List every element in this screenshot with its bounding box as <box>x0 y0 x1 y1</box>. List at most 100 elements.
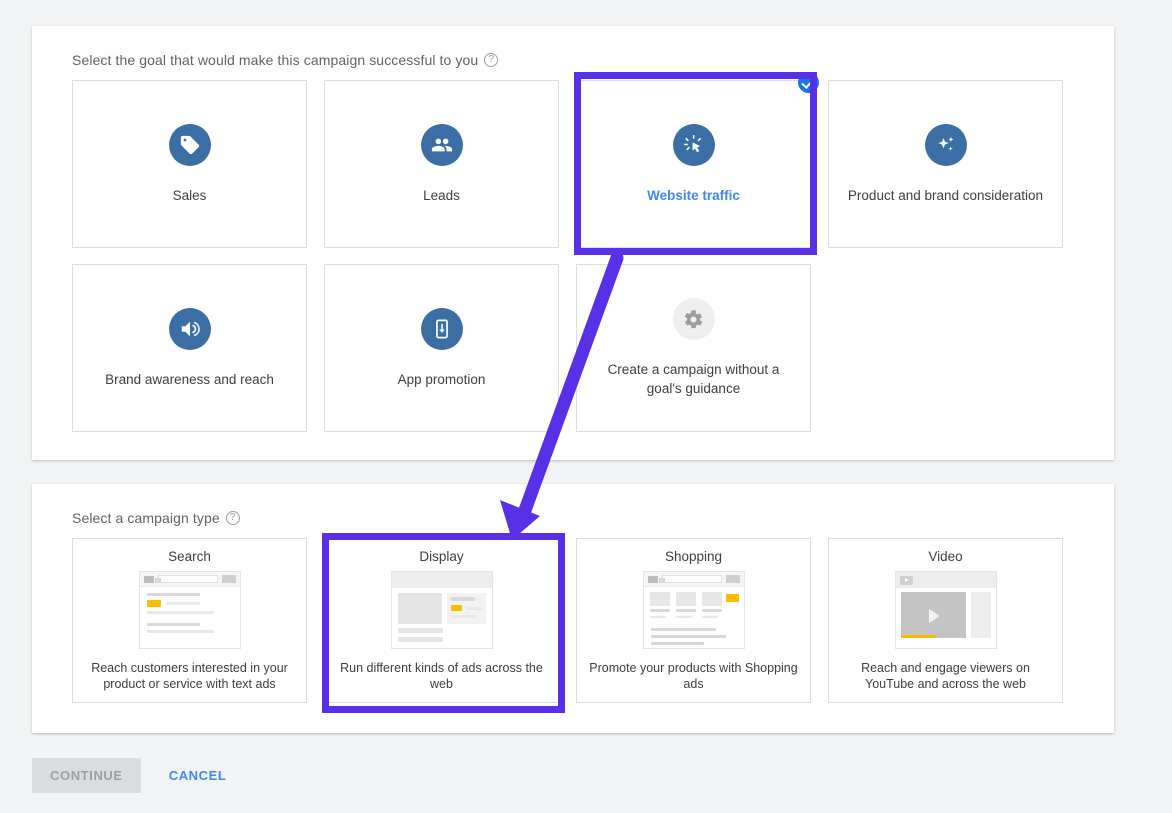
thumb-product-cell <box>702 592 722 622</box>
type-card-description: Promote your products with Shopping ads <box>585 660 802 692</box>
thumb-line <box>650 609 670 612</box>
thumb-text-block <box>392 624 492 642</box>
goal-card-label: Product and brand consideration <box>848 186 1043 205</box>
thumb-line <box>651 635 727 638</box>
goal-card-no-goal-guidance[interactable]: Create a campaign without a goal's guida… <box>576 264 811 432</box>
price-tag-icon <box>169 124 211 166</box>
type-card-description: Reach and engage viewers on YouTube and … <box>837 660 1054 692</box>
goal-section-title-text: Select the goal that would make this cam… <box>72 52 478 68</box>
thumb-line <box>398 628 444 633</box>
thumb-line <box>166 602 200 605</box>
thumb-line <box>650 616 666 619</box>
cancel-button[interactable]: CANCEL <box>161 758 235 793</box>
footer-actions: CONTINUE CANCEL <box>32 758 234 793</box>
type-card-description: Reach customers interested in your produ… <box>81 660 298 692</box>
thumb-logo-icon <box>648 576 658 583</box>
type-section-title: Select a campaign type <box>72 510 240 526</box>
goal-card-label: Sales <box>173 186 207 205</box>
thumb-ad-badge <box>147 600 161 607</box>
thumb-line <box>147 593 200 596</box>
thumb-ad-badge <box>451 605 462 611</box>
thumb-line <box>451 597 476 601</box>
thumb-image-block <box>398 593 442 624</box>
goal-section-title: Select the goal that would make this cam… <box>72 52 498 68</box>
youtube-logo-icon <box>900 576 913 585</box>
thumb-search-button-icon <box>726 575 740 583</box>
goal-card-label: Website traffic <box>647 186 740 205</box>
thumb-line <box>466 607 482 610</box>
goal-card-grid: Sales Leads <box>72 80 1072 448</box>
thumb-line <box>147 611 214 614</box>
display-banner-thumb <box>391 571 493 649</box>
thumb-line <box>676 609 696 612</box>
goal-card-brand-awareness-reach[interactable]: Brand awareness and reach <box>72 264 307 432</box>
goal-card-row: Sales Leads <box>72 80 1072 248</box>
goal-card-product-brand-consideration[interactable]: Product and brand consideration <box>828 80 1063 248</box>
goal-card-label: Create a campaign without a goal's guida… <box>594 360 794 398</box>
continue-button[interactable]: CONTINUE <box>32 758 141 793</box>
thumb-product-image <box>702 592 722 606</box>
type-card-title: Display <box>325 549 558 564</box>
campaign-creation-page: Select the goal that would make this cam… <box>0 0 1172 813</box>
thumb-line <box>147 630 214 633</box>
help-circle-icon[interactable] <box>226 511 240 525</box>
people-icon <box>421 124 463 166</box>
thumb-ad-row <box>147 600 233 607</box>
thumb-search-input <box>158 575 218 583</box>
thumb-product-image <box>676 592 696 606</box>
mobile-download-icon <box>421 308 463 350</box>
goal-card-leads[interactable]: Leads <box>324 80 559 248</box>
type-card-display[interactable]: Display <box>324 538 559 703</box>
thumb-page-header <box>392 572 492 588</box>
thumb-line <box>651 642 704 645</box>
goal-card-row: Brand awareness and reach App promotion … <box>72 264 1072 432</box>
thumb-progress-bar <box>901 635 937 638</box>
type-section-title-text: Select a campaign type <box>72 510 220 526</box>
thumb-search-input <box>662 575 722 583</box>
thumb-product-cell <box>650 592 670 622</box>
thumb-browser-bar <box>896 572 996 588</box>
thumb-product-row <box>644 587 744 622</box>
thumb-text-block <box>644 622 744 645</box>
selected-check-badge <box>798 72 819 93</box>
thumb-line <box>451 615 477 618</box>
thumb-ad-badge <box>726 594 739 602</box>
search-results-thumb <box>139 571 241 649</box>
thumb-browser-bar <box>140 572 240 587</box>
thumb-side-panel <box>971 592 991 638</box>
thumb-search-button-icon <box>222 575 236 583</box>
type-card-video[interactable]: Video Reach and engage viewers on YouTub… <box>828 538 1063 703</box>
sparkle-stars-icon <box>925 124 967 166</box>
thumb-line <box>651 628 716 631</box>
shopping-grid-thumb <box>643 571 745 649</box>
thumb-line <box>147 623 200 626</box>
type-card-shopping[interactable]: Shopping <box>576 538 811 703</box>
type-card-title: Video <box>829 549 1062 564</box>
thumb-line <box>398 637 444 642</box>
thumb-content-row <box>392 588 492 624</box>
goal-card-website-traffic[interactable]: Website traffic <box>576 80 811 248</box>
thumb-product-cell <box>676 592 696 622</box>
speaker-megaphone-icon <box>169 308 211 350</box>
goal-card-label: Leads <box>423 186 460 205</box>
campaign-type-panel: Select a campaign type Search <box>32 484 1114 733</box>
thumb-logo-icon <box>144 576 154 583</box>
thumb-line <box>702 616 718 619</box>
goal-card-label: Brand awareness and reach <box>105 370 274 389</box>
help-circle-icon[interactable] <box>484 53 498 67</box>
thumb-ad-panel <box>447 593 486 624</box>
thumb-video-player <box>901 592 966 638</box>
type-card-title: Shopping <box>577 549 810 564</box>
goal-card-app-promotion[interactable]: App promotion <box>324 264 559 432</box>
type-card-search[interactable]: Search <box>72 538 307 703</box>
thumb-line <box>676 616 692 619</box>
video-player-thumb <box>895 571 997 649</box>
thumb-results-body <box>140 587 240 633</box>
campaign-type-grid: Search <box>72 538 1063 703</box>
goal-card-sales[interactable]: Sales <box>72 80 307 248</box>
goal-card-label: App promotion <box>398 370 486 389</box>
thumb-ad-row <box>451 605 482 611</box>
gear-icon <box>673 298 715 340</box>
type-card-description: Run different kinds of ads across the we… <box>333 660 550 692</box>
goal-selection-panel: Select the goal that would make this cam… <box>32 26 1114 460</box>
